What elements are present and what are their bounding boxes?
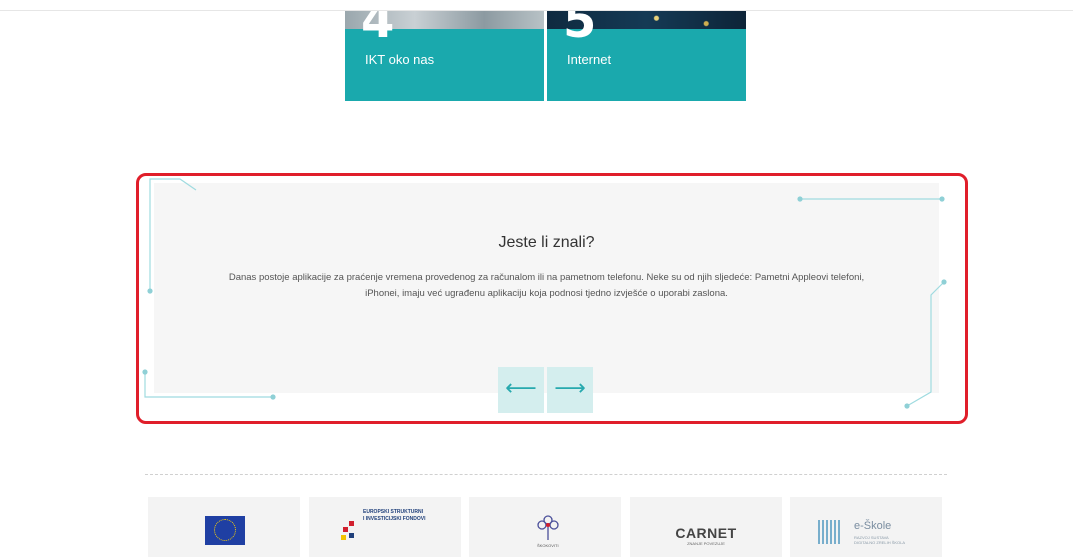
esf-logo[interactable]: EUROPSKI STRUKTURNI I INVESTICIJSKI FOND…	[309, 497, 461, 557]
esf-label: EUROPSKI STRUKTURNI I INVESTICIJSKI FOND…	[363, 509, 426, 522]
carnet-logo[interactable]: CARNET ZNANJE POVEZUJE	[630, 497, 782, 557]
section-divider	[145, 474, 947, 475]
eskole-label: e-Škole	[854, 520, 892, 532]
tile-number: 5	[563, 11, 597, 49]
eu-logo[interactable]	[148, 497, 300, 557]
eskole-logo[interactable]: e-Škole RAZVOJ SUSTAVA DIGITALNO ZRELIH …	[790, 497, 942, 557]
carnet-tagline: ZNANJE POVEZUJE	[687, 541, 725, 546]
tile-number: 4	[361, 11, 395, 49]
skole-label: ŠKOKOVITI	[537, 543, 559, 548]
eskole-grid-icon	[818, 520, 842, 544]
esf-mark-icon	[341, 521, 354, 540]
highlight-frame	[136, 173, 968, 424]
module-tile-4[interactable]: 4 IKT oko nas	[345, 11, 544, 101]
flower-icon	[537, 515, 559, 540]
skole-logo[interactable]: ŠKOKOVITI	[469, 497, 621, 557]
eu-flag-icon	[205, 516, 245, 545]
module-tile-5[interactable]: 5 Internet	[547, 11, 746, 101]
tile-title: Internet	[567, 52, 612, 67]
carnet-label: CARNET	[675, 525, 737, 541]
tile-title: IKT oko nas	[365, 52, 435, 67]
eskole-tagline: RAZVOJ SUSTAVA DIGITALNO ZRELIH ŠKOLA	[854, 535, 906, 545]
